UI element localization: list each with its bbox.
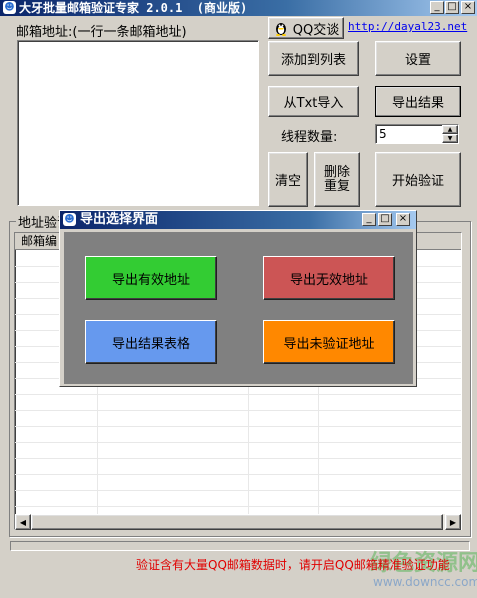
grid-line xyxy=(15,394,461,395)
clear-button[interactable]: 清空 xyxy=(268,152,308,207)
warning-text: 验证含有大量QQ邮箱数据时，请开启QQ邮箱精准验证功能 xyxy=(136,558,450,572)
import-txt-button[interactable]: 从Txt导入 xyxy=(268,86,359,117)
email-label: 邮箱地址:(一行一条邮箱地址) xyxy=(16,25,187,40)
scrollbar-thumb[interactable] xyxy=(31,514,443,530)
scroll-left-icon[interactable]: ◀ xyxy=(15,514,31,530)
scroll-right-icon[interactable]: ▶ xyxy=(445,514,461,530)
email-textarea[interactable] xyxy=(17,40,259,206)
watermark-url: www.downcc.com xyxy=(373,575,477,589)
maximize-button[interactable]: □ xyxy=(445,1,459,14)
grid-line xyxy=(15,490,461,491)
minimize-button[interactable]: _ xyxy=(430,1,444,14)
export-dialog-title: 导出选择界面 xyxy=(80,212,159,227)
settings-button[interactable]: 设置 xyxy=(375,41,461,76)
spinner-down-icon[interactable]: ▼ xyxy=(442,134,458,143)
grid-line xyxy=(15,410,461,411)
website-link[interactable]: http://dayal23.net xyxy=(348,20,467,33)
export-results-button[interactable]: 导出结果 xyxy=(375,86,461,117)
export-unverified-button[interactable]: 导出未验证地址 xyxy=(263,320,395,364)
add-to-list-button[interactable]: 添加到列表 xyxy=(268,41,359,76)
start-verify-button[interactable]: 开始验证 xyxy=(375,152,461,207)
dialog-minimize-button[interactable]: _ xyxy=(362,213,376,226)
export-table-button[interactable]: 导出结果表格 xyxy=(85,320,217,364)
dialog-app-icon: ☻ xyxy=(63,213,76,226)
grid-line xyxy=(15,442,461,443)
dialog-close-button[interactable]: × xyxy=(396,213,410,226)
thread-count-spinner[interactable]: 5 ▲ ▼ xyxy=(375,124,459,144)
spinner-up-icon[interactable]: ▲ xyxy=(442,125,458,134)
dedupe-label-line2: 重复 xyxy=(323,178,350,194)
export-invalid-button[interactable]: 导出无效地址 xyxy=(263,256,395,300)
grid-line xyxy=(15,426,461,427)
app-icon: ☻ xyxy=(3,1,16,14)
grid-line xyxy=(15,506,461,507)
window-title: 大牙批量邮箱验证专家 2.0.1 (商业版) xyxy=(19,1,248,15)
qq-chat-label: QQ交谈 xyxy=(292,22,340,38)
thread-count-label: 线程数量: xyxy=(281,130,338,145)
dedupe-button[interactable]: 删除 重复 xyxy=(314,152,360,207)
qq-penguin-icon xyxy=(273,20,289,36)
dedupe-label-line1: 删除 xyxy=(323,164,350,180)
close-button[interactable]: × xyxy=(461,1,475,14)
qq-chat-button[interactable]: QQ交谈 xyxy=(268,17,344,39)
dialog-maximize-button[interactable]: □ xyxy=(378,213,392,226)
grid-line xyxy=(15,474,461,475)
grid-line xyxy=(15,458,461,459)
thread-count-value: 5 xyxy=(379,127,387,141)
export-valid-button[interactable]: 导出有效地址 xyxy=(85,256,217,300)
